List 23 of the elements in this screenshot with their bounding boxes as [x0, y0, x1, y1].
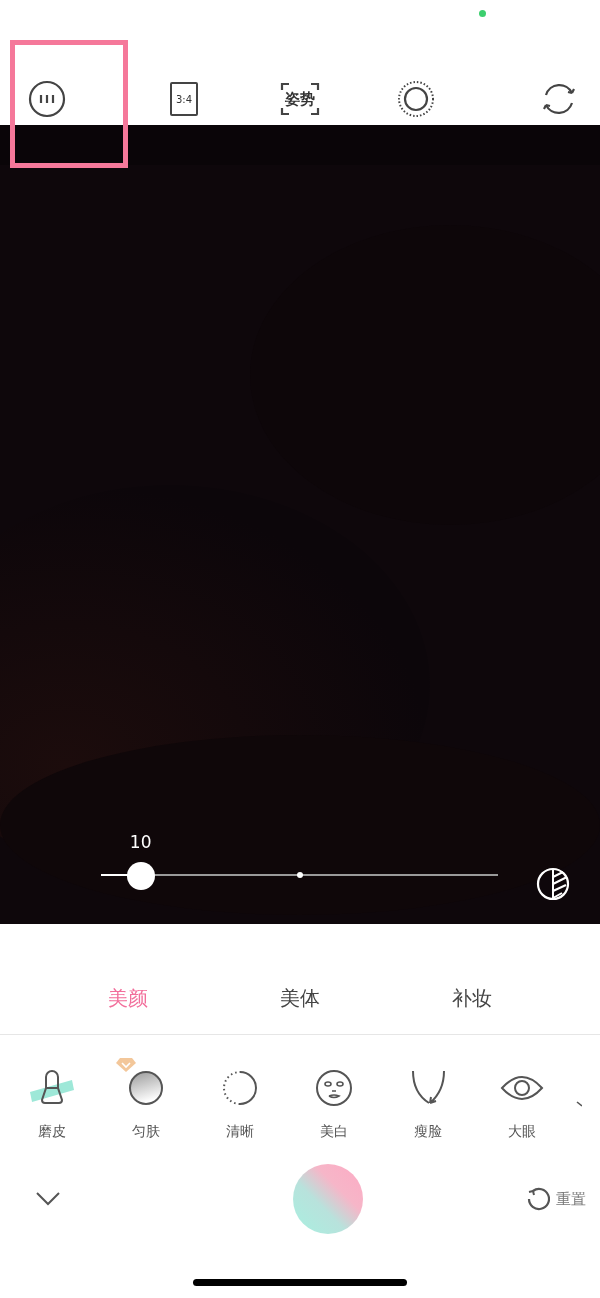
feature-label[interactable]: 清晰 [226, 1123, 254, 1141]
aspect-ratio-button[interactable]: 3:4 [170, 82, 198, 116]
feature-label[interactable]: 大眼 [508, 1123, 536, 1141]
feature-label[interactable]: 匀肤 [132, 1123, 160, 1141]
reset-button[interactable]: 重置 [526, 1187, 586, 1211]
jawline-icon [410, 1069, 446, 1107]
slider-value: 10 [128, 832, 153, 852]
more-icon[interactable] [28, 80, 66, 118]
gradient-circle-icon [128, 1070, 164, 1106]
eye-icon [500, 1073, 544, 1103]
reset-icon [526, 1187, 550, 1211]
timer-icon[interactable] [397, 80, 435, 118]
category-tab[interactable]: 补妆 [386, 984, 558, 1012]
chevron-down-icon[interactable] [36, 1192, 60, 1206]
feature-label[interactable]: 磨皮 [38, 1123, 66, 1141]
feature-label[interactable]: 美白 [320, 1123, 348, 1141]
camera-indicator-dot [479, 10, 486, 17]
face-mask-icon [315, 1069, 353, 1107]
category-tab[interactable]: 美体 [214, 984, 386, 1012]
feature-label[interactable]: 瘦脸 [414, 1123, 442, 1141]
dotted-circle-icon [222, 1070, 258, 1106]
compare-icon[interactable] [536, 867, 570, 901]
pose-button[interactable]: 姿势 [280, 81, 320, 117]
